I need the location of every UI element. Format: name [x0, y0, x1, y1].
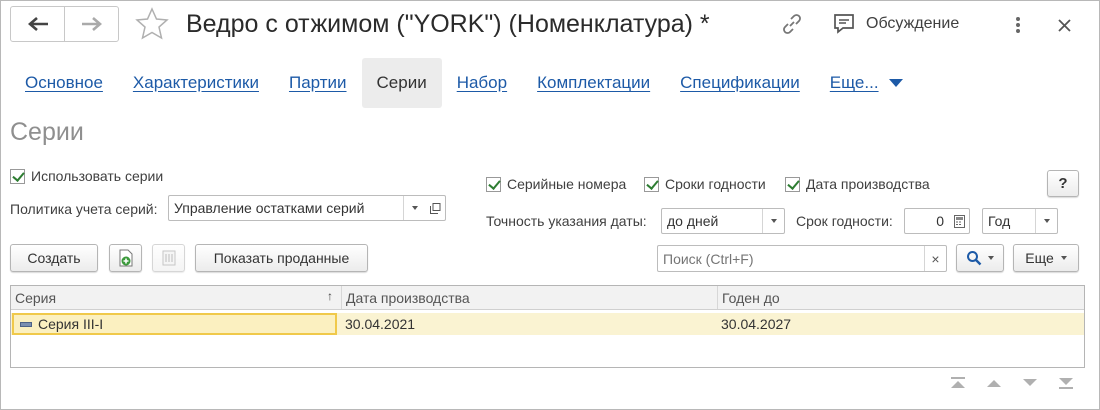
- tab-kits[interactable]: Комплектации: [522, 58, 665, 108]
- delete-mark-icon: [162, 250, 175, 266]
- column-header-production-date[interactable]: Дата производства: [342, 286, 718, 309]
- back-button[interactable]: [11, 7, 64, 41]
- arrow-right-icon: [81, 17, 102, 31]
- policy-value: Управление остатками серий: [174, 200, 365, 216]
- date-precision-select[interactable]: до дней: [661, 208, 785, 234]
- tab-more-label: Еще...: [829, 73, 879, 92]
- sort-ascending-icon: ↑: [327, 289, 333, 303]
- serial-numbers-label: Серийные номера: [507, 176, 627, 192]
- shelf-life-value: 0: [936, 213, 944, 229]
- create-button[interactable]: Создать: [10, 244, 98, 272]
- series-table: Серия ↑ Дата производства Годен до Серия…: [10, 285, 1085, 368]
- shelf-life-unit-value: Год: [988, 213, 1011, 229]
- shelf-life-unit-select[interactable]: Год: [982, 208, 1058, 234]
- tab-more[interactable]: Еще...: [815, 58, 918, 108]
- history-nav: [10, 6, 119, 42]
- tab-set[interactable]: Набор: [442, 58, 522, 108]
- shelf-life-label: Срок годности:: [796, 213, 893, 229]
- checkbox-checked-icon: [785, 176, 800, 192]
- production-date-label: Дата производства: [806, 176, 930, 192]
- up-arrow-icon: [987, 380, 1001, 387]
- checkbox-checked-icon: [486, 176, 501, 192]
- more-menu-icon[interactable]: [1008, 12, 1028, 38]
- scroll-down-button[interactable]: [1012, 368, 1048, 398]
- catalog-item-icon: [20, 321, 32, 327]
- tab-specifications[interactable]: Спецификации: [665, 58, 815, 108]
- use-series-label: Использовать серии: [31, 168, 164, 184]
- show-sold-button[interactable]: Показать проданные: [195, 244, 368, 272]
- calculator-icon[interactable]: [949, 209, 969, 233]
- scroll-first-button[interactable]: [940, 368, 976, 398]
- scroll-up-button[interactable]: [976, 368, 1012, 398]
- copy-button[interactable]: [109, 244, 142, 272]
- expiry-checkbox[interactable]: Сроки годности: [644, 176, 766, 192]
- column-header-series[interactable]: Серия ↑: [11, 286, 342, 309]
- cell-expiry-date[interactable]: 30.04.2027: [715, 313, 1084, 335]
- column-header-expiry-date[interactable]: Годен до: [718, 286, 1084, 309]
- delete-mark-button[interactable]: [152, 244, 185, 272]
- table-header: Серия ↑ Дата производства Годен до: [11, 286, 1084, 310]
- cell-series-value: Серия III-I: [38, 316, 104, 332]
- date-precision-label: Точность указания даты:: [486, 213, 647, 229]
- open-icon[interactable]: [425, 196, 445, 220]
- cell-production-date[interactable]: 30.04.2021: [337, 313, 715, 335]
- search-input[interactable]: [658, 249, 924, 268]
- tab-bar: Основное Характеристики Партии Серии Наб…: [10, 58, 918, 108]
- first-page-icon: [951, 377, 965, 388]
- tab-batches[interactable]: Партии: [274, 58, 362, 108]
- more-actions-button[interactable]: Еще: [1013, 244, 1079, 272]
- more-actions-label: Еще: [1025, 250, 1054, 266]
- column-header-series-label: Серия: [15, 289, 57, 306]
- caret-down-icon: [988, 256, 994, 260]
- search-button[interactable]: [956, 244, 1004, 272]
- use-series-checkbox[interactable]: Использовать серии: [10, 168, 163, 184]
- tab-characteristics[interactable]: Характеристики: [118, 58, 274, 108]
- caret-down-icon: [888, 79, 903, 87]
- favorite-star-icon[interactable]: [134, 6, 170, 42]
- link-icon[interactable]: [778, 10, 806, 38]
- caret-down-icon: [1060, 256, 1067, 260]
- discussion-label: Обсуждение: [866, 15, 960, 32]
- last-page-icon: [1059, 378, 1073, 389]
- tab-series[interactable]: Серии: [361, 58, 442, 108]
- shelf-life-input[interactable]: 0: [904, 208, 970, 234]
- production-date-checkbox[interactable]: Дата производства: [785, 176, 930, 192]
- expiry-label: Сроки годности: [665, 176, 766, 192]
- policy-select[interactable]: Управление остатками серий: [168, 195, 446, 221]
- tab-main[interactable]: Основное: [10, 58, 118, 108]
- forward-button[interactable]: [64, 7, 118, 41]
- dropdown-arrow-icon[interactable]: [1035, 209, 1057, 233]
- table-row[interactable]: Серия III-I 30.04.2021 30.04.2027: [11, 313, 1084, 335]
- help-button[interactable]: ?: [1047, 170, 1079, 197]
- search-field[interactable]: ×: [657, 245, 947, 272]
- dropdown-arrow-icon[interactable]: [762, 209, 784, 233]
- chat-icon: [834, 14, 854, 34]
- policy-label: Политика учета серий:: [10, 201, 158, 217]
- checkbox-checked-icon: [644, 176, 659, 192]
- dropdown-arrow-icon[interactable]: [403, 196, 425, 220]
- checkbox-checked-icon: [10, 168, 25, 184]
- serial-numbers-checkbox[interactable]: Серийные номера: [486, 176, 626, 192]
- close-icon[interactable]: [1052, 12, 1076, 38]
- cell-series[interactable]: Серия III-I: [12, 313, 337, 335]
- section-title: Серии: [10, 118, 84, 146]
- date-precision-value: до дней: [667, 213, 719, 229]
- scroll-last-button[interactable]: [1048, 368, 1084, 398]
- arrow-left-icon: [27, 17, 48, 31]
- clear-search-icon[interactable]: ×: [924, 246, 946, 271]
- discussion-button[interactable]: Обсуждение: [832, 10, 959, 38]
- window-title: Ведро с отжимом ("YORK") (Номенклатура) …: [186, 10, 710, 38]
- search-icon: [967, 251, 982, 266]
- add-copy-icon: [119, 249, 132, 267]
- down-arrow-icon: [1023, 379, 1037, 386]
